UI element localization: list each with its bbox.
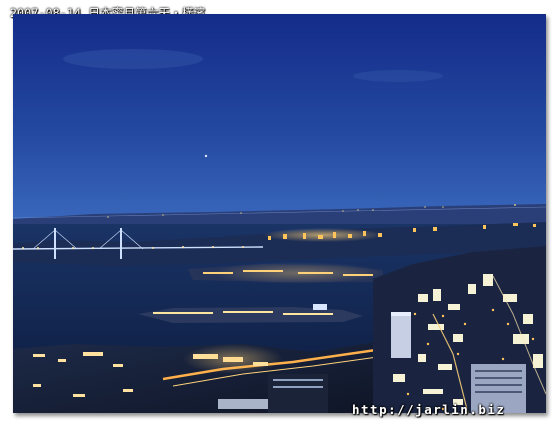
night-cityscape-image — [13, 14, 546, 413]
photo — [13, 14, 546, 413]
landmark-tower — [391, 312, 411, 358]
sky — [13, 14, 546, 224]
watermark-url: http://jarlin.biz — [352, 402, 506, 417]
